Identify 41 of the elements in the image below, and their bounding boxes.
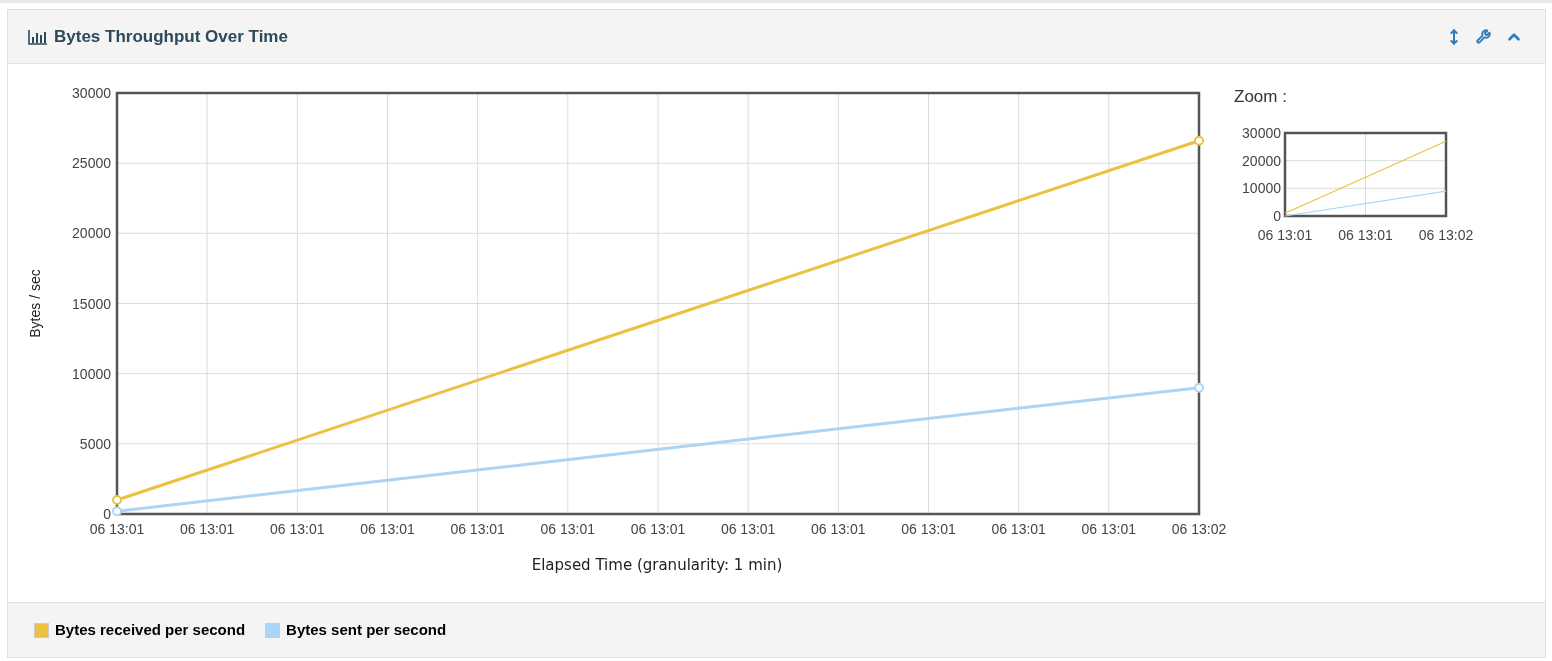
x-tick-label: 06 13:02 xyxy=(1171,521,1227,537)
x-tick-label: 06 13:01 xyxy=(1081,521,1137,537)
x-tick-label: 06 13:01 xyxy=(720,521,776,537)
y-tick-label: 10000 xyxy=(1242,179,1281,196)
x-tick-label: 06 13:01 xyxy=(901,521,956,537)
panel-title: Bytes Throughput Over Time xyxy=(54,25,288,48)
x-tick-label: 06 13:01 xyxy=(991,521,1046,537)
bar-chart-icon xyxy=(28,28,48,45)
x-tick-label: 06 13:01 xyxy=(540,521,596,537)
x-tick-label: 06 13:01 xyxy=(450,521,505,537)
y-tick-label: 20000 xyxy=(1242,152,1281,169)
x-tick-label: 06 13:01 xyxy=(360,521,415,537)
y-axis-title: Bytes / sec xyxy=(27,269,43,338)
point xyxy=(1194,135,1204,146)
x-tick-label: 06 13:01 xyxy=(270,521,325,537)
zoom-label: Zoom : xyxy=(1234,86,1288,108)
point xyxy=(1194,382,1204,393)
y-tick-label: 0 xyxy=(103,506,111,522)
y-tick-label: 15000 xyxy=(72,295,111,312)
legend-label[interactable]: Bytes sent per second xyxy=(286,618,447,642)
y-tick-label: 20000 xyxy=(72,225,111,242)
legend-label[interactable]: Bytes received per second xyxy=(55,618,246,642)
y-tick-label: 5000 xyxy=(79,435,111,452)
x-tick-label: 06 13:01 xyxy=(1338,226,1393,243)
wrench-icon[interactable] xyxy=(1476,29,1491,44)
x-tick-label: 06 13:01 xyxy=(89,521,145,537)
y-tick-label: 30000 xyxy=(72,85,111,101)
y-tick-label: 10000 xyxy=(72,365,111,382)
x-tick-label: 06 13:01 xyxy=(179,521,235,537)
x-tick-label: 06 13:02 xyxy=(1418,226,1474,243)
y-tick-label: 30000 xyxy=(1242,124,1281,141)
legend-swatch xyxy=(265,622,281,638)
point xyxy=(112,494,122,505)
x-tick-label: 06 13:01 xyxy=(1257,226,1313,243)
y-tick-label: 0 xyxy=(1273,207,1281,224)
legend-swatch xyxy=(34,622,49,638)
x-tick-label: 06 13:01 xyxy=(811,521,866,537)
point xyxy=(112,506,122,517)
y-tick-label: 25000 xyxy=(72,155,111,172)
x-axis-title: Elapsed Time (granularity: 1 min) xyxy=(531,556,783,574)
x-tick-label: 06 13:01 xyxy=(630,521,686,537)
